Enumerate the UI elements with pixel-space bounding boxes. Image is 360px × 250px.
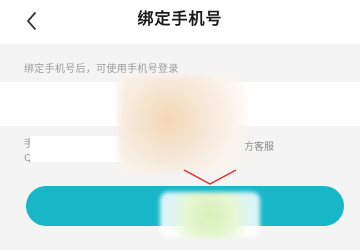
bind-hint-text: 绑定手机号后，可使用手机号登录: [24, 64, 179, 75]
service-note-right: 方客服: [244, 142, 274, 153]
chevron-down-icon: [180, 166, 240, 188]
nav-header: 绑定手机号: [0, 0, 360, 44]
blurred-overlay: [118, 76, 246, 172]
redacted-block: [30, 136, 120, 162]
bind-phone-screen: 绑定手机号 绑定手机号后，可使用手机号登录 手 Q 方客服: [0, 0, 360, 250]
blurred-overlay-bottom: [160, 192, 260, 238]
page-title: 绑定手机号: [137, 9, 223, 28]
